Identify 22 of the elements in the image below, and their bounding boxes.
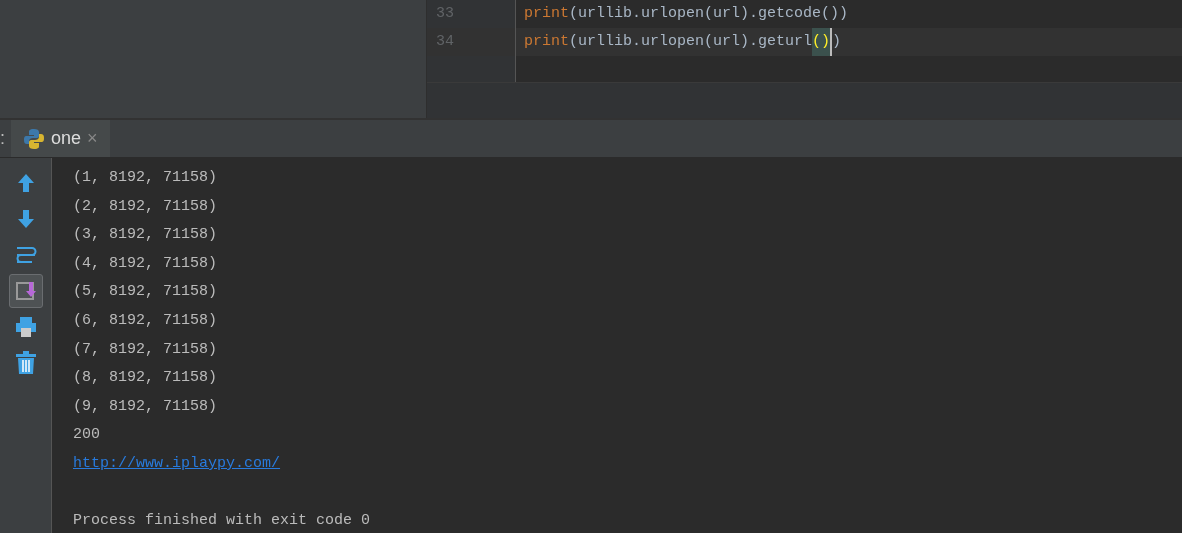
console-output: (2, 8192, 71158) [73,197,218,215]
console-output: 200 [73,426,100,444]
console-output: (4, 8192, 71158) [73,254,218,272]
console-output: (3, 8192, 71158) [73,226,218,244]
exit-message: Process finished with exit code 0 [73,512,371,530]
console-output: (8, 8192, 71158) [73,369,218,387]
python-logo-icon [23,127,45,150]
up-arrow-icon [16,173,35,193]
run-tab[interactable]: one × [11,120,110,157]
soft-wrap-icon [14,244,37,266]
scroll-to-end-icon [14,280,37,302]
printer-icon [14,316,37,338]
console-output: (6, 8192, 71158) [73,311,218,329]
trash-icon [14,351,37,375]
down-arrow-icon [16,209,35,229]
console-output: (1, 8192, 71158) [73,169,218,186]
panel-label: : [0,127,6,150]
console-output: (5, 8192, 71158) [73,283,218,301]
code-line: print(urllib.urlopen(url).getcode()) [523,4,850,24]
console-output: (7, 8192, 71158) [73,340,218,358]
toolbar-button[interactable] [8,274,43,308]
console-output: (9, 8192, 71158) [73,397,218,415]
